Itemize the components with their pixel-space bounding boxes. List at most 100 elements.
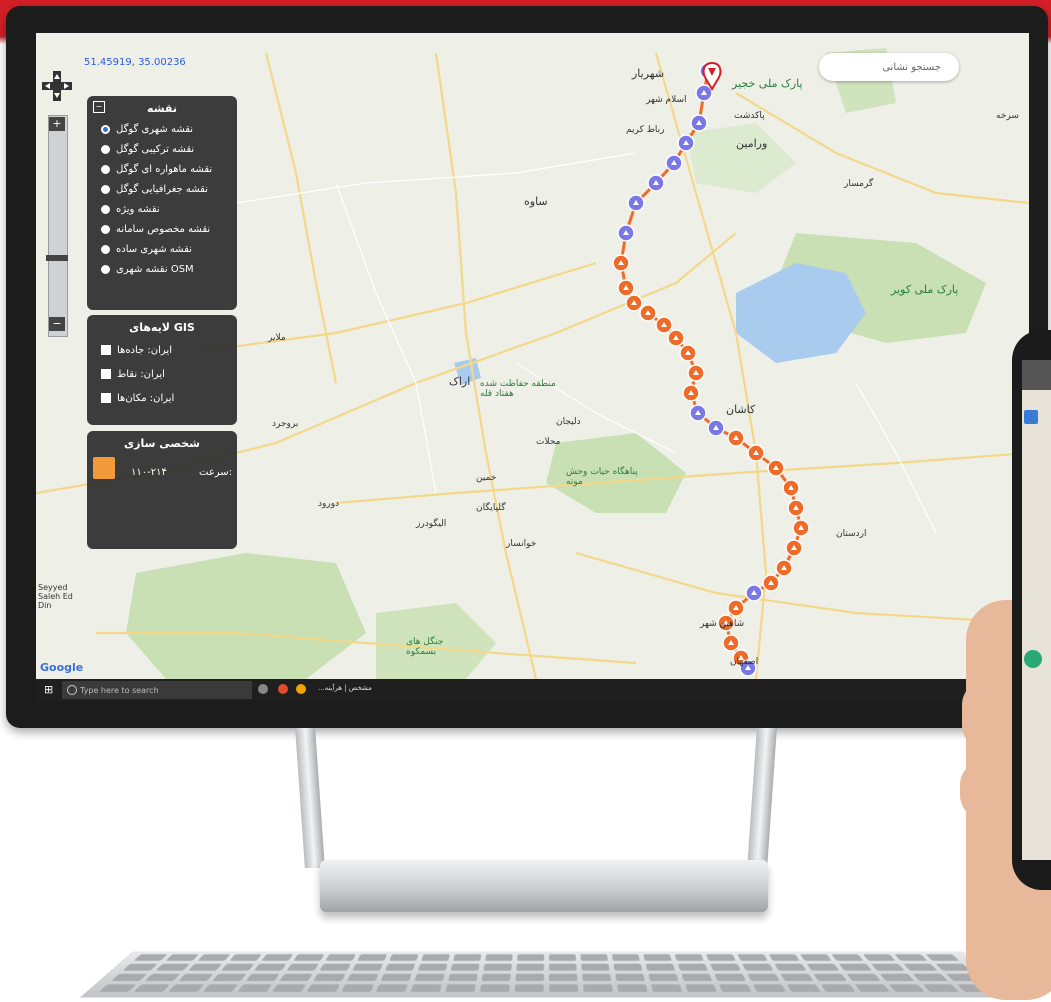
keyboard-key: [643, 954, 672, 961]
windows-start-icon[interactable]: ⊞: [44, 684, 56, 696]
map-label-eslamshahr: اسلام شهر: [646, 95, 687, 105]
keyboard-key: [212, 973, 247, 982]
map-option-google-hybrid[interactable]: نقشه ترکیبی گوگل: [87, 139, 237, 159]
checkbox-icon[interactable]: [101, 345, 111, 355]
keyboard-key: [549, 973, 578, 982]
gis-option-points[interactable]: ایران: نقاط: [87, 362, 237, 386]
keyboard-key: [831, 954, 864, 961]
checkbox-icon[interactable]: [101, 369, 111, 379]
keyboard-key: [133, 954, 168, 961]
keyboard-key: [674, 954, 704, 961]
keyboard-key: [780, 973, 814, 982]
map-option-simple[interactable]: نقشه شهری ساده: [87, 239, 237, 259]
keyboard-key: [253, 963, 287, 971]
keyboard-key: [838, 963, 873, 971]
radio-icon[interactable]: [101, 244, 110, 254]
keyboard-key: [306, 984, 341, 993]
browser-icon[interactable]: [296, 684, 306, 694]
taskbar-search-input[interactable]: Type here to search: [62, 681, 252, 699]
radio-selected-icon[interactable]: [101, 124, 110, 134]
gis-option-label: ایران: نقاط: [117, 368, 165, 380]
zoom-slider[interactable]: [48, 115, 68, 337]
keyboard-key: [111, 973, 148, 982]
keyboard-key: [645, 963, 676, 971]
keyboard-key: [313, 973, 346, 982]
map-screen[interactable]: 51.45919, 35.00236 جستجو نشانی پارک ملی …: [36, 33, 1029, 679]
map-label-khansar: خوانسار: [506, 539, 537, 549]
zoom-out-button[interactable]: −: [49, 317, 65, 331]
keyboard-key: [752, 984, 787, 993]
map-option-google-terrain[interactable]: نقشه جغرافیایی گوگل: [87, 179, 237, 199]
keyboard-key: [548, 963, 577, 971]
keyboard-key: [293, 954, 325, 961]
map-label-shahin-shahr: شاهین شهر: [700, 619, 745, 629]
keyboard-key: [325, 954, 356, 961]
gis-option-roads[interactable]: ایران: جاده‌ها: [87, 338, 237, 362]
zoom-in-button[interactable]: +: [49, 117, 65, 131]
radio-icon[interactable]: [101, 204, 110, 214]
keyboard-key: [616, 984, 648, 993]
map-option-google-satellite[interactable]: نقشه ماهواره ای گوگل: [87, 159, 237, 179]
keyboard-key: [155, 963, 190, 971]
radio-icon[interactable]: [101, 224, 110, 234]
keyboard-key: [774, 963, 807, 971]
forest-area: [126, 553, 366, 679]
active-window-label[interactable]: ...مشخص | هرآینه: [318, 684, 372, 692]
keyboard-key: [581, 963, 610, 971]
keyboard-key: [202, 984, 239, 993]
keyboard-key: [684, 984, 717, 993]
keyboard-key: [615, 973, 645, 982]
keyboard-key: [935, 963, 971, 971]
map-label-wildlife: پناهگاه حیات وحش موته: [566, 467, 638, 487]
keyboard-key: [582, 973, 612, 982]
radio-icon[interactable]: [101, 144, 110, 154]
speed-color-swatch[interactable]: [93, 457, 115, 479]
phone-screen: [1022, 360, 1051, 860]
zoom-thumb[interactable]: [46, 255, 68, 261]
keyboard-key: [862, 954, 896, 961]
radio-icon[interactable]: [101, 184, 110, 194]
map-label-dorud: دورود: [318, 499, 340, 509]
keyboard-key: [479, 984, 510, 993]
chrome-icon[interactable]: [278, 684, 288, 694]
map-layers-title: نقشه: [147, 102, 177, 115]
phone-layer-icon[interactable]: [1024, 410, 1038, 424]
address-search-input[interactable]: جستجو نشانی: [819, 53, 959, 81]
keyboard-key: [871, 963, 905, 971]
checkbox-icon[interactable]: [101, 393, 111, 403]
map-label-arak: اراک: [449, 375, 471, 388]
collapse-panel-icon[interactable]: −: [93, 101, 105, 113]
radio-icon[interactable]: [101, 264, 110, 274]
keyboard-key: [229, 954, 262, 961]
keyboard-key: [417, 963, 448, 971]
task-view-icon[interactable]: [258, 684, 268, 694]
radio-icon[interactable]: [101, 164, 110, 174]
keyboard-key: [144, 973, 181, 982]
pan-control-icon[interactable]: [42, 71, 72, 101]
map-label-khomeyn: خمین: [476, 473, 497, 483]
keyboard-key: [580, 954, 609, 961]
map-option-osm[interactable]: نقشه شهری OSM: [87, 259, 237, 279]
monitor-stand-left: [295, 728, 325, 868]
gis-option-places[interactable]: ایران: مکان‌ها: [87, 386, 237, 410]
map-label-saveh: ساوه: [524, 195, 548, 208]
map-layers-panel: − نقشه نقشه شهری گوگل نقشه ترکیبی گوگل ن…: [87, 96, 237, 310]
map-option-system[interactable]: نقشه مخصوص سامانه: [87, 219, 237, 239]
keyboard-key: [648, 973, 679, 982]
phone-toolbar: [1022, 360, 1051, 390]
map-option-special[interactable]: نقشه ویژه: [87, 199, 237, 219]
map-label-ardestan: اردستان: [836, 529, 867, 539]
gis-layers-title: لایه‌های GIS: [129, 321, 195, 334]
gis-option-label: ایران: مکان‌ها: [117, 392, 175, 404]
map-label-delijan: دلیجان: [556, 417, 581, 427]
coordinate-readout: 51.45919, 35.00236: [84, 57, 186, 68]
keyboard-key: [319, 963, 351, 971]
phone-location-icon[interactable]: [1024, 650, 1042, 668]
keyboard-key: [548, 954, 577, 961]
speed-label: سرعت:: [199, 467, 233, 478]
keyboard-key: [389, 954, 419, 961]
keyboard-key: [888, 984, 925, 993]
keyboard-key: [894, 954, 928, 961]
keyboard-key: [846, 973, 881, 982]
map-option-google-street[interactable]: نقشه شهری گوگل: [87, 119, 237, 139]
